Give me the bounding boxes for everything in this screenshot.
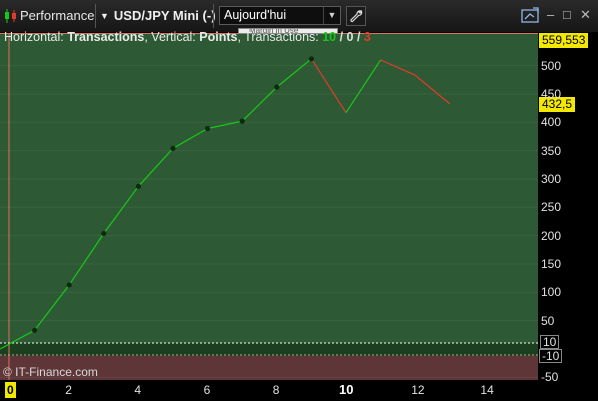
data-point	[31, 327, 38, 333]
y-tick-label: 400	[541, 115, 562, 130]
horizontal-value: Transactions	[67, 30, 145, 44]
x-tick-label: 14	[480, 383, 494, 397]
y-tick-label: 450	[541, 86, 562, 101]
y-tick-label: 250	[541, 200, 562, 215]
performance-chart	[0, 33, 538, 380]
y-tick-label: 500	[541, 58, 562, 73]
watermark: © IT-Finance.com	[3, 365, 98, 379]
chart-info-line: Horizontal: Transactions, Vertical: Poin…	[4, 30, 371, 44]
neutral-count: 0	[346, 30, 354, 44]
data-point	[205, 125, 211, 132]
losses-count: 3	[363, 30, 371, 44]
x-tick-label: 8	[272, 383, 280, 397]
data-point	[239, 118, 245, 124]
y-tick-label: -50	[541, 370, 559, 385]
y-tick-label: 150	[541, 256, 562, 271]
horizontal-label: Horizontal:	[4, 30, 68, 44]
data-point	[66, 282, 72, 288]
x-tick-label: 4	[134, 383, 142, 397]
transactions-label: , Transactions:	[237, 30, 323, 44]
y-tick-label: 200	[541, 228, 562, 243]
data-point	[274, 84, 280, 90]
data-point	[101, 230, 107, 236]
y-tick-label: 300	[541, 171, 562, 186]
x-tick-label: 10	[339, 382, 354, 397]
vertical-label: , Vertical:	[144, 30, 200, 44]
y-tick-label: 100	[541, 285, 562, 300]
y-tick-label: 350	[541, 143, 562, 158]
x-tick-label: 0	[5, 382, 16, 398]
count-separator: /	[336, 30, 347, 44]
y-reference-label: 10	[540, 335, 560, 349]
data-point	[170, 145, 176, 151]
count-separator: /	[353, 30, 364, 44]
x-tick-label: 6	[203, 383, 211, 397]
data-point	[135, 183, 141, 189]
data-point	[308, 56, 314, 62]
x-tick-label: 12	[411, 383, 425, 397]
vertical-value: Points	[199, 30, 238, 44]
x-tick-label: 2	[65, 383, 72, 397]
y-tick-label: 50	[541, 313, 555, 328]
wins-count: 10	[322, 30, 337, 44]
y-reference-label: -10	[539, 349, 563, 363]
max-value-label: 559,553	[539, 33, 589, 48]
